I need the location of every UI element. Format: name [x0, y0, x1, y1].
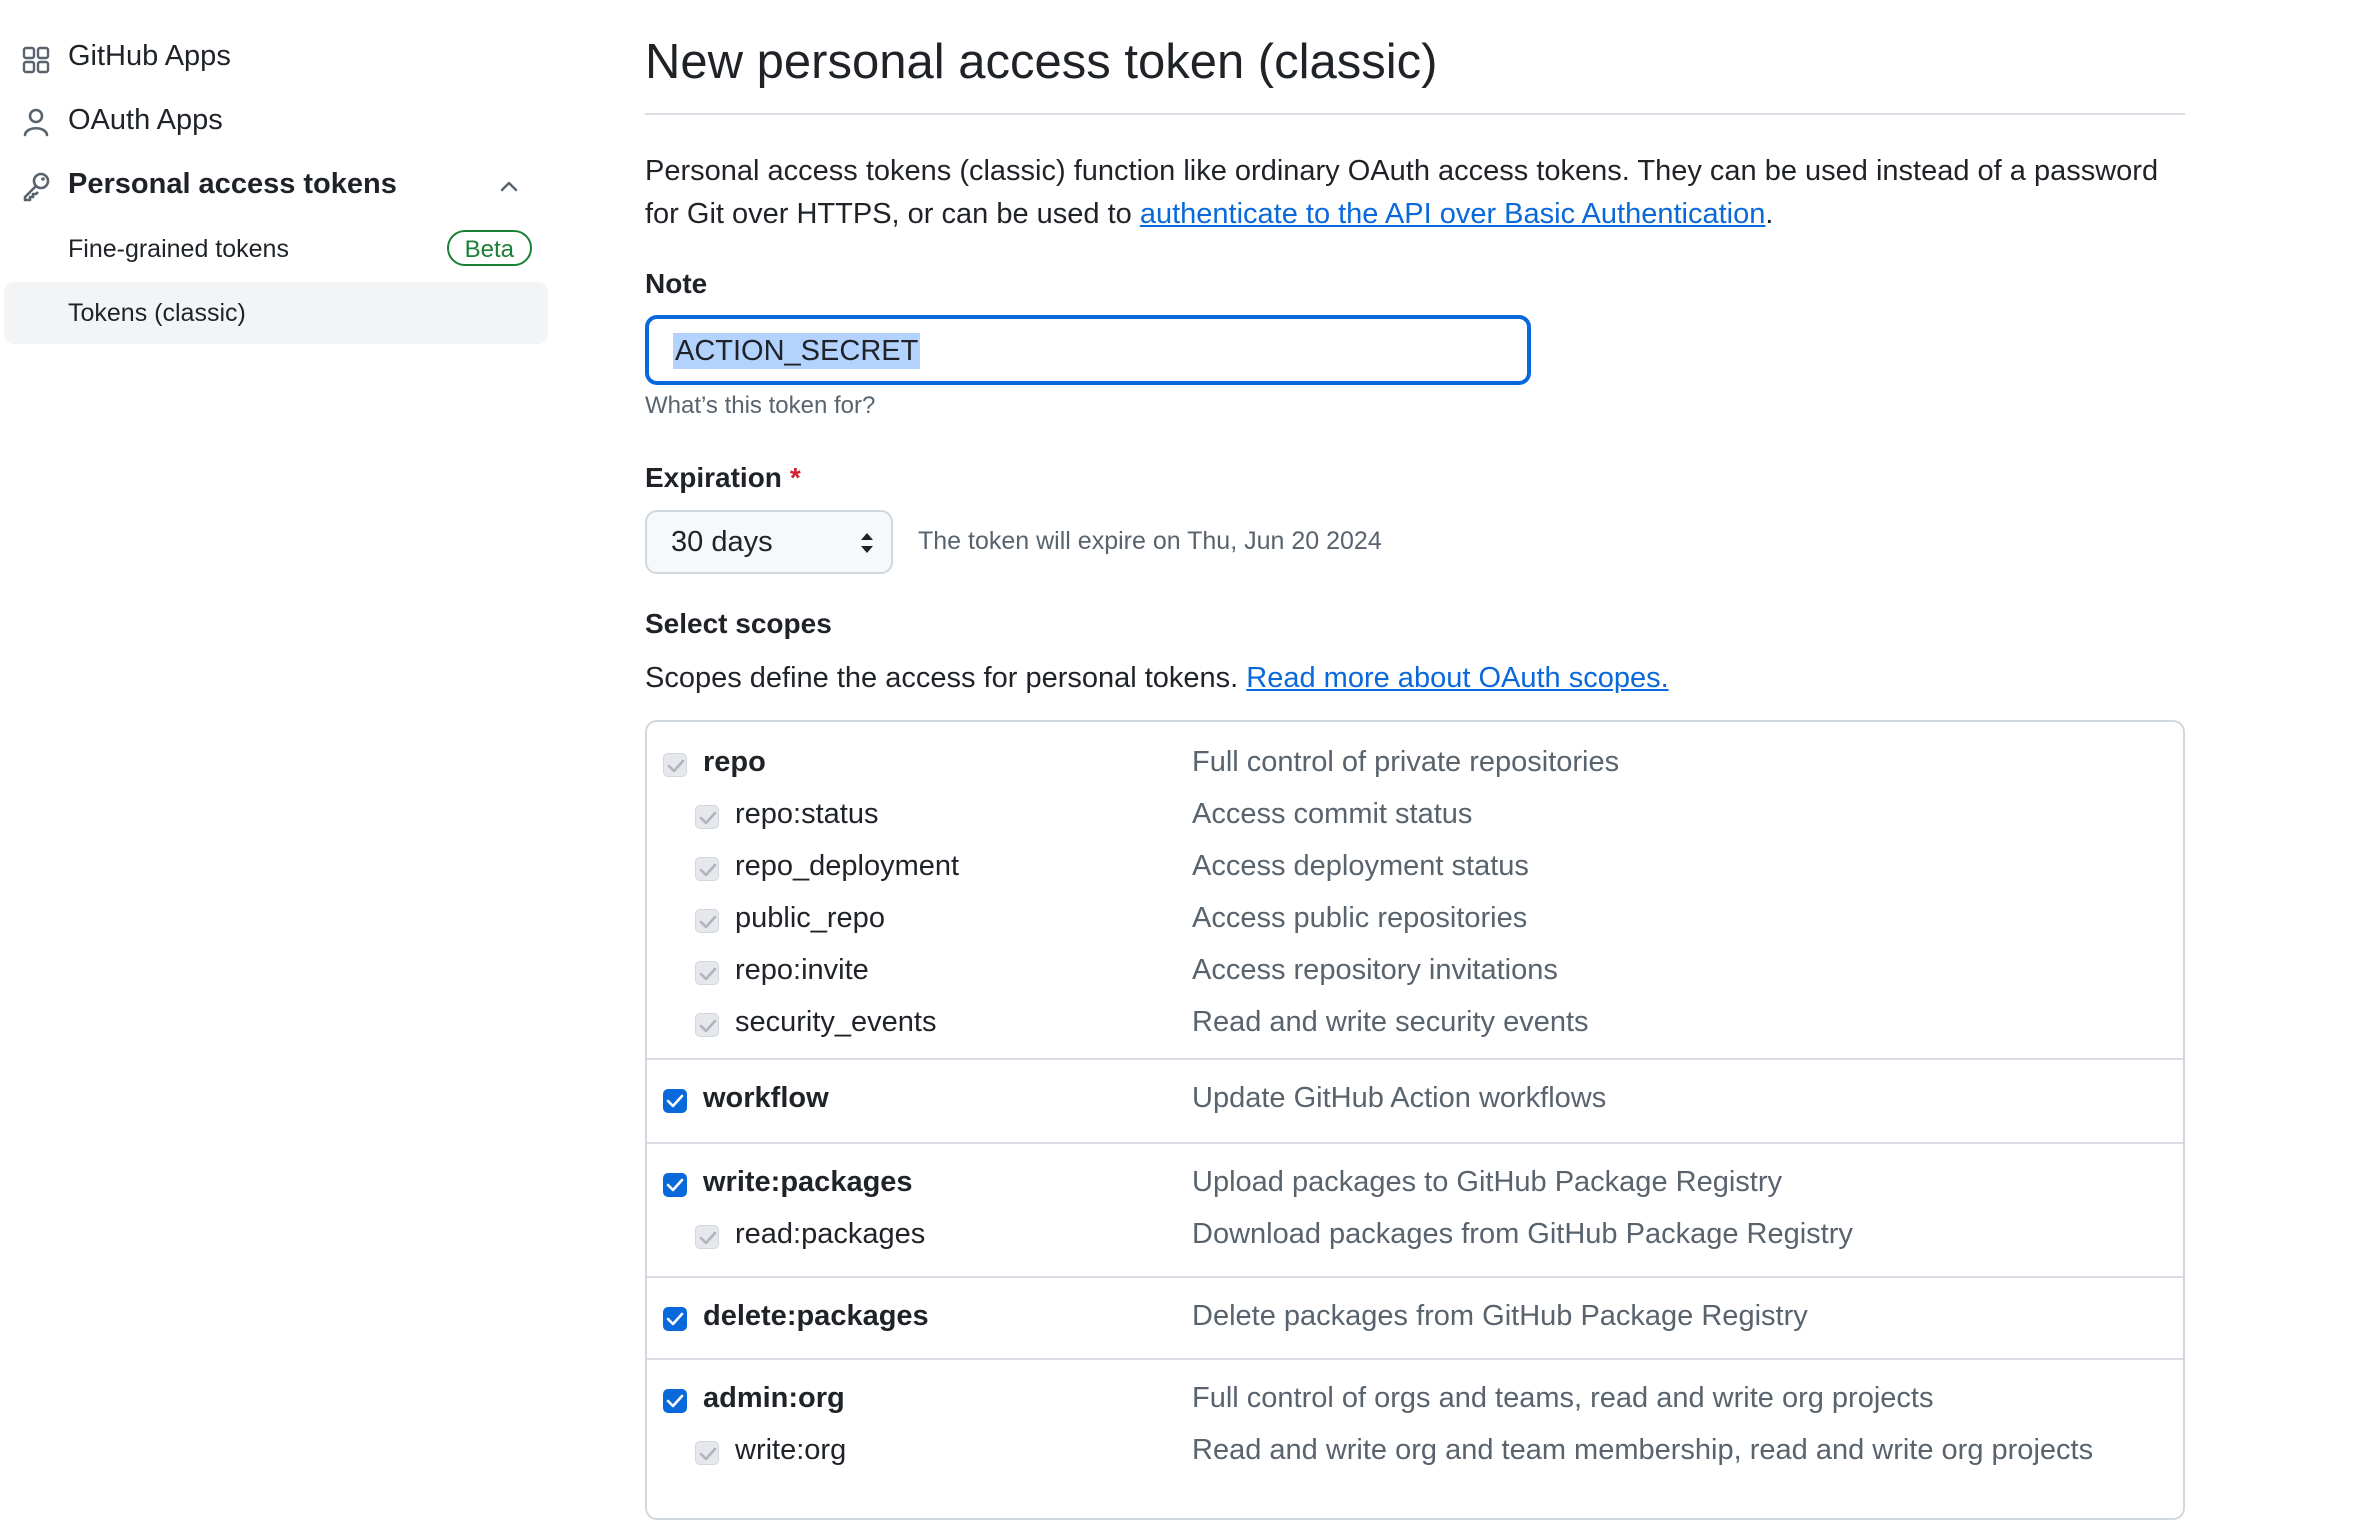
- key-icon: [23, 172, 50, 202]
- scope-row: repo:invite Access repository invitations: [647, 946, 2183, 996]
- basic-auth-link[interactable]: authenticate to the API over Basic Authe…: [1140, 198, 1766, 230]
- scope-description: Full control of private repositories: [1192, 746, 1620, 778]
- scope-row: admin:org Full control of orgs and teams,…: [647, 1374, 2183, 1424]
- check-icon: [699, 863, 717, 877]
- check-icon: [699, 1447, 717, 1461]
- beta-badge: Beta: [446, 230, 532, 266]
- scope-row: write:org Read and write org and team mem…: [647, 1426, 2183, 1476]
- oauth-scopes-link[interactable]: Read more about OAuth scopes.: [1246, 662, 1668, 694]
- scope-row: write:packages Upload packages to GitHub …: [647, 1158, 2183, 1208]
- scope-row: repo Full control of private repositories: [647, 738, 2183, 788]
- scope-group: repo Full control of private repositories…: [647, 722, 2183, 1060]
- person-icon: [23, 108, 49, 137]
- scope-description: Delete packages from GitHub Package Regi…: [1192, 1300, 1808, 1332]
- scope-row: workflow Update GitHub Action workflows: [647, 1074, 2183, 1124]
- scope-name: public_repo: [735, 902, 885, 934]
- scope-description: Upload packages to GitHub Package Regist…: [1192, 1166, 1782, 1198]
- scope-row: read:packages Download packages from GitH…: [647, 1210, 2183, 1260]
- scope-checkbox-checked[interactable]: [663, 1389, 687, 1413]
- scope-name: repo:status: [735, 798, 879, 830]
- page-title: New personal access token (classic): [645, 35, 1438, 89]
- scope-row: public_repo Access public repositories: [647, 894, 2183, 944]
- check-icon: [666, 1178, 684, 1192]
- scope-group: write:packages Upload packages to GitHub …: [647, 1142, 2183, 1278]
- scope-name: admin:org: [703, 1382, 845, 1414]
- note-input-value: ACTION_SECRET: [673, 333, 921, 369]
- scope-checkbox-disabled[interactable]: [695, 961, 719, 985]
- scope-checkbox-disabled[interactable]: [695, 1441, 719, 1465]
- scope-name: security_events: [735, 1006, 937, 1038]
- scope-checkbox-disabled[interactable]: [695, 857, 719, 881]
- expiration-select[interactable]: 30 days: [645, 510, 893, 574]
- scopes-description: Scopes define the access for personal to…: [645, 662, 1669, 694]
- expiration-select-value: 30 days: [671, 526, 773, 558]
- note-hint: What’s this token for?: [645, 392, 876, 419]
- sidebar-item-fine-grained-tokens[interactable]: Fine-grained tokens Beta: [4, 218, 548, 280]
- chevron-up-icon[interactable]: [498, 175, 520, 197]
- scope-description: Read and write security events: [1192, 1006, 1589, 1038]
- expiration-info: The token will expire on Thu, Jun 20 202…: [918, 527, 1382, 555]
- apps-icon: [22, 46, 50, 74]
- check-icon: [666, 1094, 684, 1108]
- scope-name: read:packages: [735, 1218, 926, 1250]
- expiration-label: Expiration *: [645, 462, 801, 493]
- sidebar-item-personal-access-tokens[interactable]: Personal access tokens: [0, 168, 552, 204]
- scope-checkbox-disabled[interactable]: [663, 753, 687, 777]
- sidebar-subitem-label: Fine-grained tokens: [68, 234, 289, 263]
- intro-text: Personal access tokens (classic) functio…: [645, 155, 2159, 230]
- sidebar-item-label: OAuth Apps: [68, 104, 223, 136]
- note-input[interactable]: ACTION_SECRET: [645, 315, 1531, 385]
- scope-name: delete:packages: [703, 1300, 929, 1332]
- title-divider: [645, 113, 2185, 115]
- scope-checkbox-checked[interactable]: [663, 1307, 687, 1331]
- scope-checkbox-disabled[interactable]: [695, 1013, 719, 1037]
- sidebar-item-github-apps[interactable]: GitHub Apps: [0, 40, 552, 76]
- scope-checkbox-disabled[interactable]: [695, 1225, 719, 1249]
- scope-description: Full control of orgs and teams, read and…: [1192, 1382, 1934, 1414]
- scope-name: repo:invite: [735, 954, 869, 986]
- scope-row: repo_deployment Access deployment status: [647, 842, 2183, 892]
- scope-row: repo:status Access commit status: [647, 790, 2183, 840]
- sidebar-item-tokens-classic[interactable]: Tokens (classic): [4, 282, 548, 344]
- scope-description: Update GitHub Action workflows: [1192, 1082, 1607, 1114]
- scope-group: workflow Update GitHub Action workflows: [647, 1058, 2183, 1144]
- scope-name: write:org: [735, 1434, 847, 1466]
- scope-group: admin:org Full control of orgs and teams,…: [647, 1358, 2183, 1518]
- scope-description: Read and write org and team membership, …: [1192, 1434, 2094, 1466]
- check-icon: [699, 1019, 717, 1033]
- scope-checkbox-disabled[interactable]: [695, 805, 719, 829]
- check-icon: [699, 967, 717, 981]
- check-icon: [699, 811, 717, 825]
- scope-description: Access repository invitations: [1192, 954, 1558, 986]
- scope-description: Access commit status: [1192, 798, 1473, 830]
- sidebar-item-label: GitHub Apps: [68, 40, 231, 72]
- sidebar-subitem-label: Tokens (classic): [68, 298, 246, 327]
- scopes-list: repo Full control of private repositories…: [645, 720, 2185, 1520]
- select-arrows-icon: [861, 533, 873, 553]
- scope-row: security_events Read and write security e…: [647, 998, 2183, 1048]
- scope-checkbox-checked[interactable]: [663, 1089, 687, 1113]
- check-icon: [699, 915, 717, 929]
- scope-description: Access deployment status: [1192, 850, 1529, 882]
- scopes-heading: Select scopes: [645, 608, 832, 639]
- check-icon: [666, 1312, 684, 1326]
- required-mark: *: [789, 462, 801, 493]
- scope-name: repo: [703, 746, 766, 778]
- scope-name: workflow: [703, 1082, 829, 1114]
- sidebar-item-label: Personal access tokens: [68, 168, 397, 200]
- scope-name: repo_deployment: [735, 850, 960, 882]
- check-icon: [699, 1231, 717, 1245]
- scope-name: write:packages: [703, 1166, 913, 1198]
- scope-checkbox-checked[interactable]: [663, 1173, 687, 1197]
- scope-row: delete:packages Delete packages from GitH…: [647, 1292, 2183, 1342]
- check-icon: [666, 1394, 684, 1408]
- scope-description: Access public repositories: [1192, 902, 1528, 934]
- sidebar-item-oauth-apps[interactable]: OAuth Apps: [0, 104, 552, 140]
- scope-group: delete:packages Delete packages from GitH…: [647, 1276, 2183, 1360]
- scope-description: Download packages from GitHub Package Re…: [1192, 1218, 1853, 1250]
- scope-checkbox-disabled[interactable]: [695, 909, 719, 933]
- check-icon: [667, 759, 685, 773]
- note-label: Note: [645, 268, 708, 299]
